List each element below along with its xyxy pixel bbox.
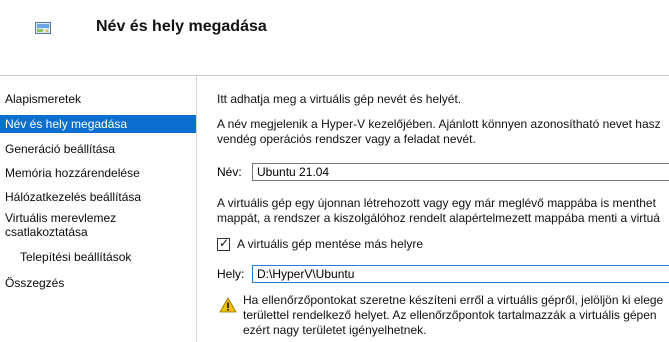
intro-text: Itt adhatja meg a virtuális gép nevét és… xyxy=(217,92,462,106)
sidebar-item-install-options[interactable]: Telepítési beállítások xyxy=(0,248,196,266)
main-content: Itt adhatja meg a virtuális gép nevét és… xyxy=(197,76,669,342)
sidebar-item-memory[interactable]: Memória hozzárendelése xyxy=(0,164,196,182)
location-label: Hely: xyxy=(217,267,245,281)
wizard-steps-sidebar: Alapismeretek Név és hely megadása Gener… xyxy=(0,76,196,342)
name-label: Név: xyxy=(217,165,242,179)
checkmark-icon: ✓ xyxy=(219,236,230,250)
warning-text-line-2: területtel rendelkező helyet. Az ellenőr… xyxy=(243,308,657,322)
sidebar-item-generation[interactable]: Generáció beállítása xyxy=(0,140,196,158)
warning-icon xyxy=(219,297,237,313)
warning-text-line-3: ezért nagy területet igényelhetnek. xyxy=(243,323,427,337)
sidebar-item-name-location[interactable]: Név és hely megadása xyxy=(0,115,196,133)
sidebar-item-virtual-disk[interactable]: Virtuális merevlemez csatlakoztatása xyxy=(0,210,140,240)
location-input[interactable]: D:\HyperV\Ubuntu xyxy=(252,265,669,283)
store-elsewhere-label[interactable]: A virtuális gép mentése más helyre xyxy=(237,237,669,252)
page-title: Név és hely megadása xyxy=(96,18,267,35)
sidebar-item-basics[interactable]: Alapismeretek xyxy=(0,90,196,108)
sidebar-item-summary[interactable]: Összegzés xyxy=(0,274,196,292)
warning-text-line-1: Ha ellenőrzőpontokat szeretne készíteni … xyxy=(243,293,664,307)
storage-text-line-2: mappát, a rendszer a kiszolgálóhoz rende… xyxy=(217,211,660,225)
storage-text-line-1: A virtuális gép egy újonnan létrehozott … xyxy=(217,196,656,210)
name-input[interactable]: Ubuntu 21.04 xyxy=(252,163,669,181)
sidebar-item-networking[interactable]: Hálózatkezelés beállítása xyxy=(0,188,196,206)
wizard-header: Név és hely megadása xyxy=(0,0,669,76)
description-line-2: vendég operációs rendszer vagy a feladat… xyxy=(217,132,476,146)
store-elsewhere-checkbox[interactable]: ✓ xyxy=(217,236,230,251)
wizard-icon xyxy=(35,22,51,34)
description-line-1: A név megjelenik a Hyper-V kezelőjében. … xyxy=(217,117,661,131)
